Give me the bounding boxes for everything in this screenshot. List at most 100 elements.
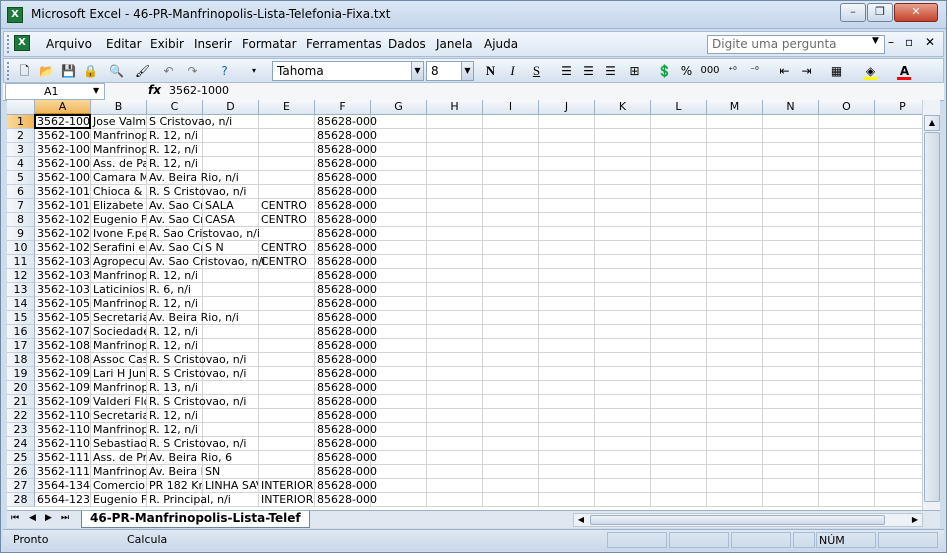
cell-i19[interactable] <box>483 367 539 381</box>
next-sheet-icon[interactable]: ▶ <box>45 513 52 523</box>
font-color-icon[interactable]: A <box>896 63 913 80</box>
cell-p19[interactable] <box>875 367 922 381</box>
cell-b21[interactable]: Valderi Flor <box>91 395 147 409</box>
cell-n19[interactable] <box>763 367 819 381</box>
cell-a5[interactable]: 3562-1007 <box>35 171 91 185</box>
cell-n22[interactable] <box>763 409 819 423</box>
cell-b17[interactable]: Manfrinopo <box>91 339 147 353</box>
menu-editar[interactable]: Editar <box>106 37 142 51</box>
cell-l21[interactable] <box>651 395 707 409</box>
cell-a16[interactable]: 3562-1079 <box>35 325 91 339</box>
cell-n24[interactable] <box>763 437 819 451</box>
cell-p22[interactable] <box>875 409 922 423</box>
cell-o18[interactable] <box>819 353 875 367</box>
cell-g22[interactable] <box>371 409 427 423</box>
cell-c15[interactable]: Av. Beira Rio, n/i <box>147 311 239 325</box>
menu-dados[interactable]: Dados <box>388 37 426 51</box>
cell-n7[interactable] <box>763 199 819 213</box>
cell-g11[interactable] <box>371 255 427 269</box>
cell-g28[interactable] <box>371 493 427 507</box>
row-header[interactable]: 11 <box>7 255 35 269</box>
save-icon[interactable]: 💾 <box>60 63 77 79</box>
cell-p14[interactable] <box>875 297 922 311</box>
cell-n16[interactable] <box>763 325 819 339</box>
cell-n23[interactable] <box>763 423 819 437</box>
cell-d3[interactable] <box>203 143 259 157</box>
cell-o2[interactable] <box>819 129 875 143</box>
cell-o25[interactable] <box>819 451 875 465</box>
cell-b1[interactable]: Jose Valmir <box>91 115 147 129</box>
cell-h19[interactable] <box>427 367 483 381</box>
decrease-indent-icon[interactable]: ⇤ <box>776 63 793 79</box>
row-header[interactable]: 24 <box>7 437 35 451</box>
cell-g17[interactable] <box>371 339 427 353</box>
cell-b7[interactable]: Elizabete R <box>91 199 147 213</box>
cell-a8[interactable]: 3562-1020 <box>35 213 91 227</box>
cell-p21[interactable] <box>875 395 922 409</box>
cell-e24[interactable] <box>259 437 315 451</box>
cell-m14[interactable] <box>707 297 763 311</box>
cell-b8[interactable]: Eugenio Fra <box>91 213 147 227</box>
cell-k13[interactable] <box>595 283 651 297</box>
row-header[interactable]: 6 <box>7 185 35 199</box>
row-header[interactable]: 3 <box>7 143 35 157</box>
row-header[interactable]: 28 <box>7 493 35 507</box>
cell-h11[interactable] <box>427 255 483 269</box>
cell-d17[interactable] <box>203 339 259 353</box>
cell-c8[interactable]: Av. Sao Cri <box>147 213 203 227</box>
cell-k28[interactable] <box>595 493 651 507</box>
cell-j19[interactable] <box>539 367 595 381</box>
column-header-l[interactable]: L <box>651 100 707 115</box>
cell-j12[interactable] <box>539 269 595 283</box>
doc-close-button[interactable]: ✕ <box>925 35 935 49</box>
column-header-f[interactable]: F <box>315 100 371 115</box>
cell-e6[interactable] <box>259 185 315 199</box>
cell-a21[interactable]: 3562-1099 <box>35 395 91 409</box>
cell-j8[interactable] <box>539 213 595 227</box>
column-header-i[interactable]: I <box>483 100 539 115</box>
cell-a2[interactable]: 3562-1001 <box>35 129 91 143</box>
cell-o11[interactable] <box>819 255 875 269</box>
cell-i10[interactable] <box>483 241 539 255</box>
cell-g3[interactable] <box>371 143 427 157</box>
cell-i26[interactable] <box>483 465 539 479</box>
cell-a10[interactable]: 3562-1023 <box>35 241 91 255</box>
cell-m17[interactable] <box>707 339 763 353</box>
cell-l18[interactable] <box>651 353 707 367</box>
column-header-b[interactable]: B <box>91 100 147 115</box>
cell-c10[interactable]: Av. Sao Cri <box>147 241 203 255</box>
cell-m8[interactable] <box>707 213 763 227</box>
cell-f16[interactable]: 85628-000 <box>315 325 377 339</box>
cell-i23[interactable] <box>483 423 539 437</box>
align-center-icon[interactable]: ☰ <box>580 63 597 79</box>
cell-m6[interactable] <box>707 185 763 199</box>
cell-f12[interactable]: 85628-000 <box>315 269 377 283</box>
cell-o20[interactable] <box>819 381 875 395</box>
cell-d4[interactable] <box>203 157 259 171</box>
cell-m22[interactable] <box>707 409 763 423</box>
cell-e5[interactable] <box>259 171 315 185</box>
cell-i21[interactable] <box>483 395 539 409</box>
cell-h21[interactable] <box>427 395 483 409</box>
cell-j17[interactable] <box>539 339 595 353</box>
cell-i1[interactable] <box>483 115 539 129</box>
doc-restore-button[interactable]: ▫ <box>905 35 913 49</box>
cell-j3[interactable] <box>539 143 595 157</box>
column-header-k[interactable]: K <box>595 100 651 115</box>
cell-d14[interactable] <box>203 297 259 311</box>
cell-b3[interactable]: Manfrinopo <box>91 143 147 157</box>
function-icon[interactable]: fx <box>148 83 161 97</box>
cell-k23[interactable] <box>595 423 651 437</box>
cell-o7[interactable] <box>819 199 875 213</box>
cell-e7[interactable]: CENTRO <box>259 199 315 213</box>
cell-d12[interactable] <box>203 269 259 283</box>
cell-d26[interactable]: SN <box>203 465 259 479</box>
cell-n8[interactable] <box>763 213 819 227</box>
cell-f8[interactable]: 85628-000 <box>315 213 377 227</box>
cell-p12[interactable] <box>875 269 922 283</box>
cell-p5[interactable] <box>875 171 922 185</box>
cell-c13[interactable]: R. 6, n/i <box>147 283 203 297</box>
cell-i22[interactable] <box>483 409 539 423</box>
cell-l12[interactable] <box>651 269 707 283</box>
cell-m2[interactable] <box>707 129 763 143</box>
